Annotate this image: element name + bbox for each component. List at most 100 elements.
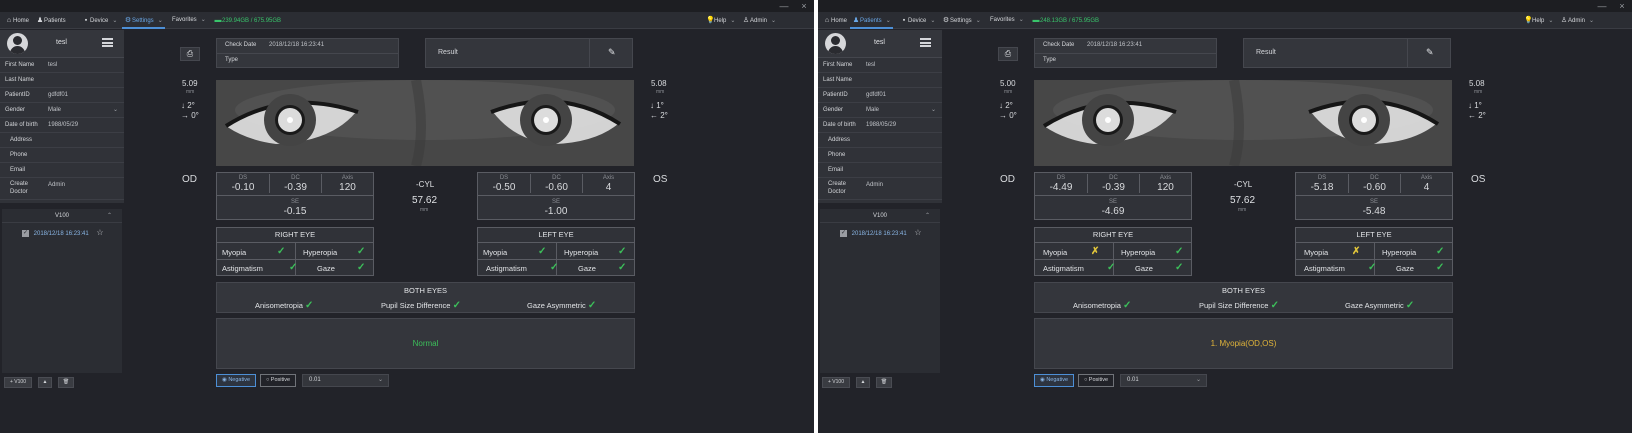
right-eye-title: RIGHT EYE xyxy=(274,230,316,239)
threshold-select[interactable]: 0.01 ⌄ xyxy=(302,374,389,387)
chevron-down-icon: ⌄ xyxy=(730,18,736,24)
field-value[interactable]: gdfdf01 xyxy=(48,88,68,103)
field-label: Gender xyxy=(5,107,26,113)
field-value[interactable]: tesl xyxy=(866,58,875,73)
field-row: Phone xyxy=(0,148,124,163)
od-label: OD xyxy=(1000,174,1015,185)
nav-admin[interactable]: ♙Admin ⌄ xyxy=(1560,12,1594,29)
history-panel: V100 ⌃ ✓ 2018/12/18 16:23:41 ☆ xyxy=(2,209,122,373)
diagnosis-result: Normal xyxy=(412,339,439,348)
nav-help[interactable]: 💡Help ⌄ xyxy=(1524,12,1553,29)
arrow-down-icon: ↓ xyxy=(1468,101,1472,110)
history-header[interactable]: V100 ⌃ xyxy=(2,209,122,223)
star-icon[interactable]: ☆ xyxy=(96,228,103,237)
field-value[interactable]: Male xyxy=(48,103,61,118)
edit-icon[interactable]: ✎ xyxy=(1426,47,1434,58)
gaze-asymmetric-item: Gaze Asymmetric ✓ xyxy=(1345,300,1415,311)
nav-admin[interactable]: ♙Admin ⌄ xyxy=(742,12,776,29)
pupil-distance-unit: mm xyxy=(1238,207,1247,213)
positive-radio[interactable]: ○ Positive xyxy=(260,374,296,387)
threshold-select[interactable]: 0.01 ⌄ xyxy=(1120,374,1207,387)
field-value[interactable]: 1988/05/29 xyxy=(48,118,78,133)
checkbox[interactable]: ✓ xyxy=(22,229,29,237)
history-item[interactable]: ✓ 2018/12/18 16:23:41 ☆ xyxy=(22,228,104,237)
right-eye-panel: RIGHT EYE Myopia ✓ Hyperopia ✓ Astigmati… xyxy=(216,227,374,276)
field-value[interactable]: Male xyxy=(866,103,879,118)
nav-device[interactable]: ▪ Device ⌄ xyxy=(82,12,118,29)
nav-home[interactable]: ⌂ Home xyxy=(823,12,847,29)
close-button[interactable]: × xyxy=(796,0,812,12)
nav-favorites[interactable]: Favorites ⌄ xyxy=(990,12,1024,29)
check-info-panel: Check Date 2018/12/18 16:23:41 Type xyxy=(1034,38,1217,68)
negative-radio[interactable]: ◉ Negative xyxy=(1034,374,1074,387)
chevron-up-icon: ⌃ xyxy=(924,213,930,219)
close-button[interactable]: × xyxy=(1614,0,1630,12)
nav-settings[interactable]: ⚙Settings ⌄ xyxy=(942,12,981,29)
pupil-distance: 57.62 xyxy=(412,195,438,206)
nav-device[interactable]: ▪ Device ⌄ xyxy=(900,12,936,29)
history-header[interactable]: V100 ⌃ xyxy=(820,209,940,223)
nav-help[interactable]: 💡Help ⌄ xyxy=(706,12,735,29)
os-gaze-vertical: ↓ 1° xyxy=(1468,101,1482,110)
edit-icon[interactable]: ✎ xyxy=(608,47,616,58)
add-visit-button[interactable]: + V100 xyxy=(822,377,850,388)
field-value[interactable]: Admin xyxy=(866,178,883,193)
move-up-button[interactable]: ▲ xyxy=(856,377,870,388)
help-icon: 💡 xyxy=(1524,17,1533,24)
field-row: Create Doctor Admin xyxy=(0,178,124,200)
result-label: Result xyxy=(1256,49,1276,56)
os-gaze-horizontal: ← 2° xyxy=(1468,111,1486,120)
storage-indicator: ▬239.94GB / 675.95GB xyxy=(214,12,282,29)
check-icon: ✓ xyxy=(587,300,597,311)
os-refraction-table: DS -0.50 DC -0.60 Axis 4 SE -1.00 xyxy=(477,172,635,220)
positive-radio[interactable]: ○ Positive xyxy=(1078,374,1114,387)
field-label: Date of birth xyxy=(823,122,856,128)
nav-home[interactable]: ⌂ Home xyxy=(5,12,29,29)
field-value[interactable]: tesl xyxy=(48,58,57,73)
move-up-button[interactable]: ▲ xyxy=(38,377,52,388)
od-se-value: -4.69 xyxy=(1101,206,1125,217)
menu-icon[interactable] xyxy=(920,38,931,47)
gaze-label: Gaze xyxy=(1135,264,1153,273)
print-button[interactable]: ⎙ xyxy=(180,47,200,61)
od-ds-value: -0.10 xyxy=(231,182,255,193)
history-item[interactable]: ✓ 2018/12/18 16:23:41 ☆ xyxy=(840,228,922,237)
add-visit-button[interactable]: + V100 xyxy=(4,377,32,388)
field-label: Create Doctor xyxy=(828,181,847,195)
menu-icon[interactable] xyxy=(102,38,113,47)
nav-patients[interactable]: ♟Patients ⌄ xyxy=(850,12,893,29)
field-value[interactable]: Admin xyxy=(48,178,65,193)
patient-name: tesl xyxy=(874,39,885,46)
field-value[interactable]: gdfdf01 xyxy=(866,88,886,103)
negative-radio[interactable]: ◉ Negative xyxy=(216,374,256,387)
se-header: SE xyxy=(290,199,299,205)
star-icon[interactable]: ☆ xyxy=(914,228,921,237)
ds-header: DS xyxy=(238,175,248,181)
minimize-button[interactable]: — xyxy=(1594,0,1610,12)
nav-patients[interactable]: ♟Patients xyxy=(36,12,66,29)
minimize-button[interactable]: — xyxy=(776,0,792,12)
history-panel: V100 ⌃ ✓ 2018/12/18 16:23:41 ☆ xyxy=(820,209,940,373)
nav-settings[interactable]: ⚙Settings ⌄ xyxy=(122,12,165,29)
field-label: First Name xyxy=(823,62,853,68)
field-value[interactable]: 1988/05/29 xyxy=(866,118,896,133)
print-icon: ⎙ xyxy=(1004,49,1012,58)
check-icon: ✓ xyxy=(289,262,298,273)
field-row: Address xyxy=(0,133,124,148)
od-pupil-size: 5.09 xyxy=(182,79,198,88)
storage-icon: ▬ xyxy=(1032,17,1040,24)
nav-favorites[interactable]: Favorites ⌄ xyxy=(172,12,206,29)
delete-button[interactable]: 🗑 xyxy=(876,377,892,388)
delete-button[interactable]: 🗑 xyxy=(58,377,74,388)
checkbox[interactable]: ✓ xyxy=(840,229,847,237)
check-icon: ✓ xyxy=(1175,262,1184,273)
top-nav: ⌂ Home ♟Patients ▪ Device ⌄ ⚙Settings ⌄ Favo… xyxy=(0,12,814,29)
chevron-down-icon[interactable]: ⌄ xyxy=(113,103,118,118)
print-button[interactable]: ⎙ xyxy=(998,47,1018,61)
myopia-label: Myopia xyxy=(222,248,247,257)
gaze-label: Gaze xyxy=(1396,264,1414,273)
chevron-down-icon[interactable]: ⌄ xyxy=(931,103,936,118)
dc-header: DC xyxy=(1109,175,1118,181)
check-icon: ✓ xyxy=(357,262,366,273)
os-gaze-horizontal: ← 2° xyxy=(650,111,668,120)
